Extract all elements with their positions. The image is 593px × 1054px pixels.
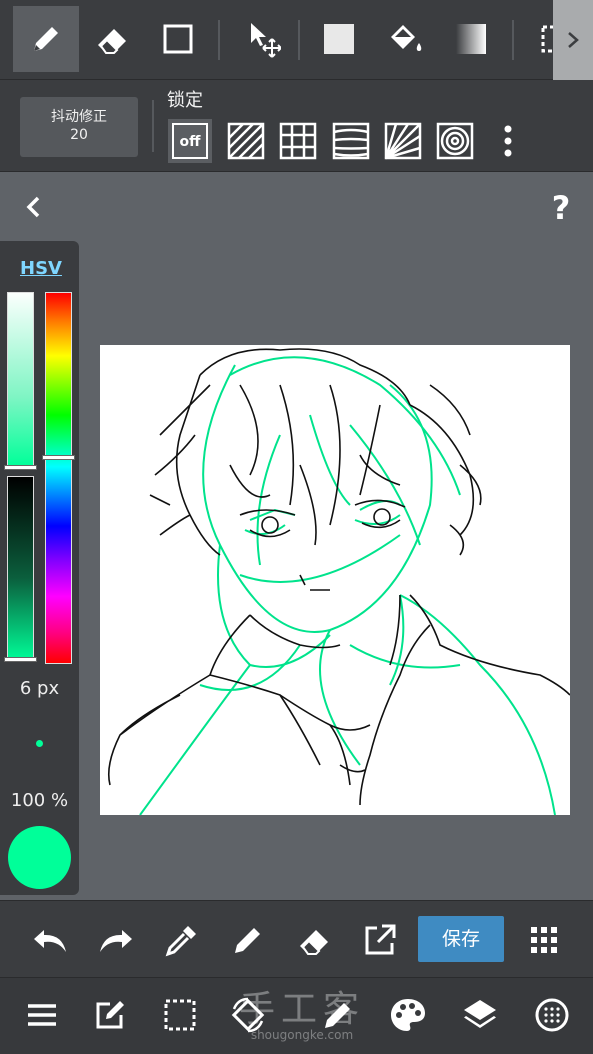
eraser-icon xyxy=(300,930,328,955)
top-toolbar xyxy=(0,0,593,80)
hue-slider-handle[interactable] xyxy=(42,455,75,460)
eraser-tool-button[interactable] xyxy=(79,6,145,72)
eyedropper-button[interactable] xyxy=(162,920,202,960)
pen-quick-button[interactable] xyxy=(228,920,268,960)
concentric-circles-icon xyxy=(436,122,474,160)
eraser-icon xyxy=(98,29,126,54)
lock-off-label: off xyxy=(172,123,208,159)
lock-perspective-button[interactable] xyxy=(329,119,373,163)
chevron-left-icon xyxy=(26,196,40,218)
eraser-quick-button[interactable] xyxy=(294,920,334,960)
stabilizer-value: 20 xyxy=(70,127,88,143)
palette-icon xyxy=(391,999,425,1031)
saturation-slider-handle[interactable] xyxy=(4,465,37,470)
divider xyxy=(218,20,220,60)
layers-button[interactable] xyxy=(460,995,500,1035)
selection-button[interactable] xyxy=(160,995,200,1035)
watermark-text: 手工客 xyxy=(238,989,365,1030)
bucket-tool-button[interactable] xyxy=(372,6,438,72)
undo-button[interactable] xyxy=(30,920,70,960)
more-options-button[interactable] xyxy=(498,124,518,158)
redo-button[interactable] xyxy=(96,920,136,960)
hue-slider[interactable] xyxy=(45,292,72,664)
grid-icon xyxy=(279,122,317,160)
radial-lines-icon xyxy=(384,122,422,160)
line-art xyxy=(107,348,571,806)
current-color-swatch[interactable] xyxy=(8,826,71,889)
hsv-mode-tab[interactable]: HSV xyxy=(20,258,62,279)
lock-radial-button[interactable] xyxy=(381,119,425,163)
value-slider[interactable] xyxy=(7,476,34,662)
move-tool-button[interactable] xyxy=(228,6,294,72)
edit-square-icon xyxy=(96,1001,124,1029)
gradient-tool-button[interactable] xyxy=(438,6,504,72)
pen-icon xyxy=(235,928,260,953)
lock-label: 锁定 xyxy=(167,90,203,111)
save-button[interactable]: 保存 xyxy=(418,916,504,962)
sketch-drawing xyxy=(107,348,571,816)
more-vertical-icon xyxy=(504,125,512,157)
palette-button[interactable] xyxy=(388,995,428,1035)
edit-button[interactable] xyxy=(90,995,130,1035)
lock-parallel-button[interactable] xyxy=(224,119,268,163)
lock-off-button[interactable]: off xyxy=(168,119,212,163)
move-icon xyxy=(251,23,281,58)
help-button[interactable]: ? xyxy=(545,190,577,226)
divider xyxy=(298,20,300,60)
hamburger-icon xyxy=(28,1004,56,1026)
divider xyxy=(512,20,514,60)
lock-concentric-button[interactable] xyxy=(433,119,477,163)
brush-size-label[interactable]: 6 px xyxy=(0,678,79,699)
pen-tool-button[interactable] xyxy=(13,6,79,72)
undo-icon xyxy=(34,930,66,952)
opacity-label[interactable]: 100 % xyxy=(0,790,79,811)
canvas-settings-button[interactable] xyxy=(532,995,572,1035)
pen-icon xyxy=(34,27,58,51)
parallel-lines-icon xyxy=(227,122,265,160)
lock-grid-button[interactable] xyxy=(276,119,320,163)
toolbar-scroll-right-button[interactable] xyxy=(553,0,593,80)
grid-dots-icon xyxy=(531,927,557,953)
open-external-icon xyxy=(365,924,396,955)
perspective-lines-icon xyxy=(332,122,370,160)
stabilizer-button[interactable]: 抖动修正 20 xyxy=(20,97,138,157)
brush-size-preview xyxy=(36,740,43,747)
redo-icon xyxy=(100,930,132,952)
shape-tool-button[interactable] xyxy=(145,6,211,72)
chevron-right-icon xyxy=(568,32,579,48)
more-tools-button[interactable] xyxy=(524,920,564,960)
eyedropper-icon xyxy=(165,926,196,957)
drawing-canvas[interactable] xyxy=(100,345,571,816)
menu-button[interactable] xyxy=(22,995,62,1035)
square-outline-icon xyxy=(163,24,193,54)
layers-icon xyxy=(464,1000,496,1028)
watermark: 手工客 shougongke.com xyxy=(232,980,372,1044)
dotted-circle-icon xyxy=(535,998,569,1032)
stabilizer-label: 抖动修正 xyxy=(51,109,107,125)
gradient-icon xyxy=(456,24,486,54)
dashed-select-icon xyxy=(164,999,196,1031)
divider xyxy=(152,100,154,152)
guide-sketch xyxy=(139,356,556,816)
export-button[interactable] xyxy=(360,920,400,960)
paint-bucket-icon xyxy=(391,25,422,51)
saturation-slider[interactable] xyxy=(7,292,34,467)
fill-rect-tool-button[interactable] xyxy=(306,6,372,72)
filled-square-icon xyxy=(324,24,354,54)
value-slider-handle[interactable] xyxy=(4,657,37,662)
back-button[interactable] xyxy=(18,192,48,222)
watermark-url: shougongke.com xyxy=(250,1028,354,1042)
